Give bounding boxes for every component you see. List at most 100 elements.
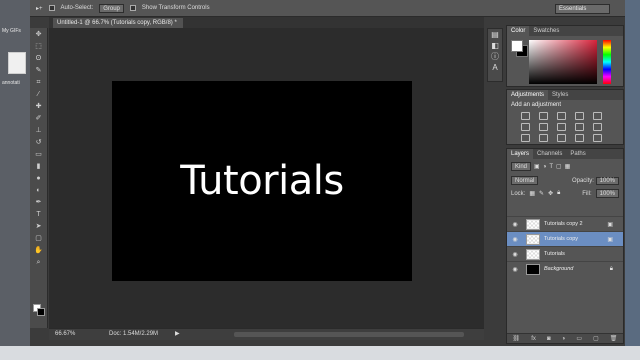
blend-mode-dropdown[interactable]: Normal — [511, 176, 539, 185]
visibility-eye-icon[interactable]: ◉ — [510, 221, 520, 228]
link-layers-icon[interactable]: ⛓ — [513, 334, 521, 343]
visibility-eye-icon[interactable]: ◉ — [510, 251, 520, 258]
type-tool-icon[interactable]: T — [34, 210, 44, 219]
opacity-label: Opacity: — [571, 177, 594, 184]
opacity-field[interactable]: 100% — [595, 176, 619, 185]
lasso-tool-icon[interactable]: ʘ — [34, 54, 44, 63]
crop-tool-icon[interactable]: ⌗ — [34, 78, 44, 87]
eraser-tool-icon[interactable]: ▭ — [34, 150, 44, 159]
add-mask-icon[interactable]: ◙ — [547, 334, 551, 343]
new-layer-icon[interactable]: ▢ — [593, 334, 599, 343]
new-group-icon[interactable]: ▭ — [576, 334, 582, 343]
lock-image-icon[interactable]: ✎ — [539, 190, 544, 197]
new-adjustment-icon[interactable]: ◑ — [562, 334, 566, 343]
visibility-eye-icon[interactable]: ◉ — [510, 236, 520, 243]
move-tool-icon[interactable]: ✥ — [34, 30, 44, 39]
history-panel-icon[interactable]: ▤ — [488, 29, 502, 40]
info-panel-icon[interactable]: ⓘ — [488, 51, 502, 62]
filter-type-icon[interactable]: T — [549, 164, 553, 170]
canvas-text[interactable]: Tutorials — [180, 158, 344, 204]
threshold-icon[interactable] — [557, 134, 566, 142]
eyedropper-tool-icon[interactable]: ⁄ — [34, 90, 44, 99]
photo-filter-icon[interactable] — [575, 123, 584, 131]
posterize-icon[interactable] — [539, 134, 548, 142]
auto-select-dropdown[interactable]: Group — [99, 3, 124, 13]
filter-adjustment-icon[interactable]: ◑ — [543, 164, 547, 170]
color-picker-field[interactable] — [529, 40, 597, 84]
filter-pixel-icon[interactable]: ▣ — [534, 163, 540, 170]
canvas-area[interactable]: Tutorials — [49, 28, 484, 328]
lock-transparent-icon[interactable]: ▦ — [529, 190, 535, 197]
desktop-right-strip — [625, 0, 640, 360]
healing-tool-icon[interactable]: ✚ — [34, 102, 44, 111]
show-transform-checkbox[interactable] — [129, 5, 136, 11]
properties-panel-icon[interactable]: ◧ — [488, 40, 502, 51]
fill-field[interactable]: 100% — [595, 189, 619, 198]
blur-tool-icon[interactable]: ● — [34, 174, 44, 183]
channel-mixer-icon[interactable] — [593, 123, 602, 131]
pen-tool-icon[interactable]: ✒ — [34, 198, 44, 207]
color-panel-foreground-swatch[interactable] — [511, 40, 523, 52]
desktop-strip: My GIFs annotati — [0, 0, 30, 350]
desktop-file-icon[interactable] — [8, 52, 26, 74]
tab-swatches[interactable]: Swatches — [529, 26, 563, 36]
layer-style-icon[interactable]: fx — [531, 334, 536, 343]
tab-layers[interactable]: Layers — [507, 149, 534, 159]
brush-tool-icon[interactable]: ✐ — [34, 114, 44, 123]
status-menu-arrow-icon[interactable]: ▶ — [175, 329, 180, 340]
tab-styles[interactable]: Styles — [548, 90, 572, 100]
tab-color[interactable]: Color — [507, 26, 530, 36]
visibility-eye-icon[interactable]: ◉ — [510, 266, 520, 273]
layers-panel: Layers Channels Paths Kind ▣ ◑ T ▢ ▦ Nor… — [506, 148, 624, 344]
selective-color-icon[interactable] — [593, 134, 602, 142]
lock-all-icon[interactable]: 🔒︎ — [557, 190, 560, 197]
gradient-map-icon[interactable] — [575, 134, 584, 142]
horizontal-scrollbar[interactable] — [234, 332, 464, 337]
vibrance-icon[interactable] — [593, 112, 602, 120]
filter-smart-icon[interactable]: ▦ — [565, 163, 571, 170]
black-white-icon[interactable] — [557, 123, 566, 131]
color-balance-icon[interactable] — [539, 123, 548, 131]
exposure-icon[interactable] — [575, 112, 584, 120]
zoom-tool-icon[interactable]: ⌕ — [34, 258, 44, 267]
hue-saturation-icon[interactable] — [521, 123, 530, 131]
layer-row-selected[interactable]: ◉ Tutorials copy ▣ — [507, 231, 623, 246]
shape-tool-icon[interactable]: ▢ — [34, 234, 44, 243]
lock-position-icon[interactable]: ✥ — [548, 190, 553, 197]
document-tab-bar: Untitled-1 @ 66.7% (Tutorials copy, RGB/… — [49, 17, 484, 28]
marquee-tool-icon[interactable]: ⬚ — [34, 42, 44, 51]
clone-stamp-tool-icon[interactable]: ⊥ — [34, 126, 44, 135]
layer-row[interactable]: ◉ Background 🔒︎ — [507, 261, 623, 276]
hue-slider[interactable] — [603, 40, 611, 84]
hand-tool-icon[interactable]: ✋ — [34, 246, 44, 255]
layer-row[interactable]: ◉ Tutorials copy 2 ▣ — [507, 216, 623, 231]
levels-icon[interactable] — [539, 112, 548, 120]
character-panel-icon[interactable]: A — [488, 62, 502, 73]
curves-icon[interactable] — [557, 112, 566, 120]
document-canvas[interactable]: Tutorials — [112, 81, 412, 281]
background-color-swatch[interactable] — [37, 308, 45, 316]
tab-channels[interactable]: Channels — [533, 149, 566, 159]
path-select-tool-icon[interactable]: ➤ — [34, 222, 44, 231]
delete-layer-icon[interactable]: 🗑︎ — [610, 334, 618, 343]
layer-filter-dropdown[interactable]: Kind — [511, 162, 532, 171]
history-brush-tool-icon[interactable]: ↺ — [34, 138, 44, 147]
lock-icon: 🔒︎ — [609, 265, 613, 272]
invert-icon[interactable] — [521, 134, 530, 142]
move-tool-icon[interactable]: ▸+ — [36, 5, 43, 12]
zoom-level[interactable]: 66.67% — [55, 329, 75, 340]
auto-select-checkbox[interactable] — [48, 5, 55, 11]
document-tab[interactable]: Untitled-1 @ 66.7% (Tutorials copy, RGB/… — [53, 18, 183, 28]
brightness-icon[interactable] — [521, 112, 530, 120]
color-panel-tabs: Color Swatches — [507, 26, 623, 36]
fill-label: Fill: — [582, 190, 592, 197]
filter-shape-icon[interactable]: ▢ — [556, 163, 562, 170]
dodge-tool-icon[interactable]: ◐ — [34, 186, 44, 195]
layer-row[interactable]: ◉ Tutorials — [507, 246, 623, 261]
layer-name: Background — [544, 266, 574, 272]
workspace-dropdown[interactable]: Essentials — [555, 4, 610, 14]
tab-paths[interactable]: Paths — [566, 149, 589, 159]
quick-select-tool-icon[interactable]: ✎ — [34, 66, 44, 75]
tab-adjustments[interactable]: Adjustments — [507, 90, 549, 100]
gradient-tool-icon[interactable]: ▮ — [34, 162, 44, 171]
